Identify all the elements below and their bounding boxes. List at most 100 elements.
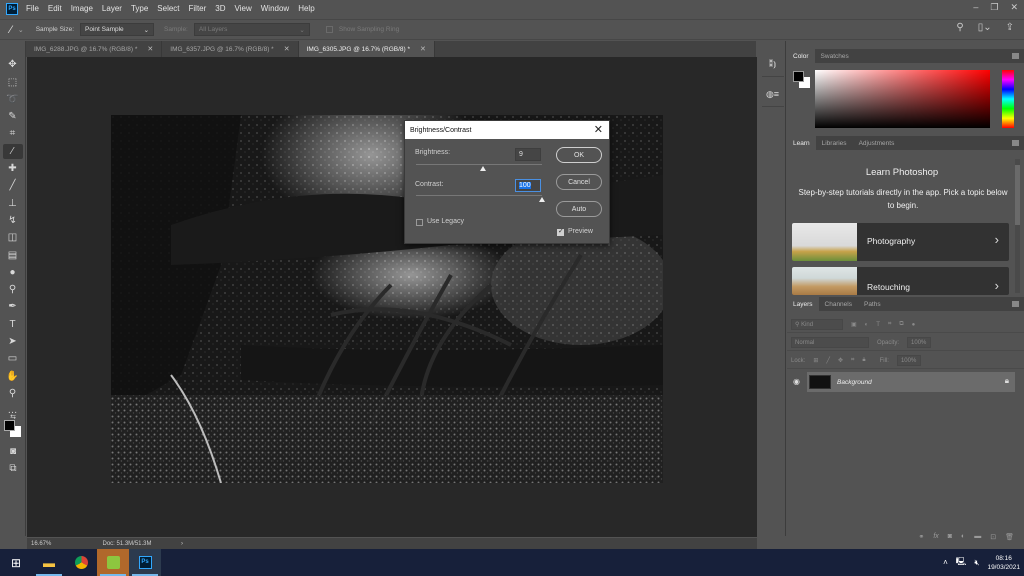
adjustment-icon[interactable]: ◐	[961, 533, 965, 547]
lock-all-icon[interactable]: 🔒︎	[862, 357, 865, 364]
marquee-tool[interactable]: ⬚	[3, 75, 23, 90]
photoshop-taskbar-button[interactable]: Ps	[129, 549, 161, 576]
network-icon[interactable]: 🖳︎	[956, 556, 967, 570]
dialog-close-icon[interactable]: ✕	[594, 123, 603, 136]
menu-3d[interactable]: 3D	[215, 4, 225, 13]
fill-input[interactable]: 100%	[896, 355, 921, 366]
color-foreground-swatch[interactable]	[793, 71, 804, 82]
menu-type[interactable]: Type	[131, 4, 148, 13]
menu-view[interactable]: View	[235, 4, 252, 13]
cancel-button[interactable]: Cancel	[556, 174, 602, 190]
blur-tool[interactable]: ●	[3, 265, 23, 280]
filter-toggle-icon[interactable]: ●	[912, 322, 916, 328]
filter-pixel-icon[interactable]: ▣	[851, 321, 857, 328]
brush-tool[interactable]: ╱	[3, 178, 23, 193]
mask-icon[interactable]: ◙	[948, 533, 952, 547]
lock-pixels-icon[interactable]: ╱	[826, 357, 830, 364]
status-menu-arrow[interactable]: ›	[181, 541, 183, 547]
trash-icon[interactable]: 🗑︎	[1005, 533, 1014, 547]
tab-libraries[interactable]: Libraries	[816, 136, 853, 150]
filter-adjustment-icon[interactable]: ◐	[865, 322, 869, 328]
search-icon[interactable]: ⚲	[956, 22, 963, 33]
panel-menu-icon[interactable]	[1012, 53, 1019, 59]
link-icon[interactable]: ⚭	[918, 533, 924, 547]
tab-channels[interactable]: Channels	[819, 297, 858, 311]
learn-card-photography[interactable]: Photography ›	[792, 223, 1009, 261]
menu-window[interactable]: Window	[261, 4, 289, 13]
lock-artboard-icon[interactable]: ⌗	[851, 357, 854, 364]
close-button[interactable]: ✕	[1010, 2, 1018, 13]
eyedropper-icon[interactable]: ⁄	[10, 24, 12, 36]
scrollbar-thumb[interactable]	[1015, 165, 1020, 225]
doc-tab-2[interactable]: IMG_6357.JPG @ 16.7% (RGB/8) * ✕	[162, 41, 299, 57]
panel-menu-icon[interactable]	[1012, 301, 1019, 307]
close-icon[interactable]: ✕	[284, 45, 290, 53]
doc-tab-1[interactable]: IMG_6288.JPG @ 16.7% (RGB/8) * ✕	[26, 41, 163, 57]
tab-paths[interactable]: Paths	[858, 297, 887, 311]
contrast-input[interactable]: 100	[515, 179, 541, 192]
tab-color[interactable]: Color	[787, 49, 815, 63]
hand-tool[interactable]: ✋	[3, 369, 23, 384]
tab-adjustments[interactable]: Adjustments	[853, 136, 901, 150]
zoom-tool[interactable]: ⚲	[3, 386, 23, 401]
blend-mode-select[interactable]: Normal	[791, 337, 869, 348]
layer-visibility-eye-icon[interactable]: ◉	[793, 377, 800, 386]
menu-filter[interactable]: Filter	[189, 4, 207, 13]
learn-card-retouching[interactable]: Retouching ›	[792, 267, 1009, 295]
filter-smart-object-icon[interactable]: ⧉	[899, 321, 903, 328]
share-icon[interactable]: ⇪	[1006, 22, 1014, 33]
doc-tab-3[interactable]: IMG_6305.JPG @ 16.7% (RGB/8) * ✕	[298, 41, 435, 57]
dodge-tool[interactable]: ⚲	[3, 282, 23, 297]
menu-help[interactable]: Help	[298, 4, 314, 13]
sample-select[interactable]: All Layers ⌄	[193, 23, 310, 36]
properties-panel-icon[interactable]: ◍≡	[761, 83, 784, 107]
auto-button[interactable]: Auto	[556, 201, 602, 217]
tab-swatches[interactable]: Swatches	[815, 49, 855, 63]
hue-slider[interactable]	[1002, 70, 1014, 128]
preview-checkbox[interactable]	[557, 227, 564, 236]
layer-lock-icon[interactable]: 🔒︎	[1005, 376, 1009, 386]
panel-menu-icon[interactable]	[1012, 140, 1019, 146]
show-sampling-ring-checkbox[interactable]	[325, 26, 333, 33]
quick-mask-icon[interactable]: ◙	[3, 444, 23, 459]
volume-muted-icon[interactable]: 🔇︎	[974, 558, 979, 568]
green-app-button[interactable]	[97, 549, 129, 576]
layer-row-background[interactable]: Background 🔒︎	[807, 372, 1015, 392]
brightness-slider-thumb[interactable]	[479, 166, 486, 171]
move-tool[interactable]: ✥	[3, 57, 23, 72]
dialog-titlebar[interactable]: Brightness/Contrast ✕	[405, 121, 609, 139]
minimize-button[interactable]: –	[973, 2, 978, 13]
zoom-level[interactable]: 16.67%	[27, 541, 73, 547]
history-panel-icon[interactable]: ⁑⦆	[761, 53, 784, 77]
brightness-slider-track[interactable]	[416, 164, 542, 165]
fx-icon[interactable]: fx	[933, 533, 938, 547]
sample-size-select[interactable]: Point Sample ⌄	[80, 23, 155, 36]
filter-type-icon[interactable]: T	[876, 322, 880, 328]
contrast-slider-thumb[interactable]	[539, 197, 545, 202]
screen-mode-icon[interactable]: ⧉	[3, 461, 23, 476]
crop-tool[interactable]: ⌗	[3, 126, 23, 141]
layer-filter-kind[interactable]: ⚲ Kind	[791, 319, 843, 330]
file-explorer-button[interactable]: ▬	[33, 549, 65, 576]
lock-position-icon[interactable]: ✥	[838, 357, 843, 364]
pen-tool[interactable]: ✒	[3, 299, 23, 314]
type-tool[interactable]: T	[3, 317, 23, 332]
color-spectrum[interactable]	[815, 70, 990, 128]
learn-scrollbar[interactable]	[1015, 159, 1020, 293]
use-legacy-checkbox[interactable]	[416, 219, 423, 226]
contrast-slider-track[interactable]	[416, 195, 542, 196]
eraser-tool[interactable]: ◫	[3, 230, 23, 245]
foreground-color[interactable]	[4, 420, 15, 431]
menu-select[interactable]: Select	[157, 4, 179, 13]
tab-learn[interactable]: Learn	[787, 136, 816, 150]
history-brush-tool[interactable]: ↯	[3, 213, 23, 228]
lasso-tool[interactable]: ➰	[3, 92, 23, 107]
quick-select-tool[interactable]: ✎	[3, 109, 23, 124]
chrome-button[interactable]	[65, 549, 97, 576]
filter-shape-icon[interactable]: ⌗	[888, 321, 891, 328]
group-icon[interactable]: ▬	[974, 533, 981, 547]
clock[interactable]: 08:16 19/03/2021	[987, 554, 1020, 572]
menu-layer[interactable]: Layer	[102, 4, 122, 13]
ok-button[interactable]: OK	[556, 147, 602, 163]
close-icon[interactable]: ✕	[420, 45, 426, 53]
